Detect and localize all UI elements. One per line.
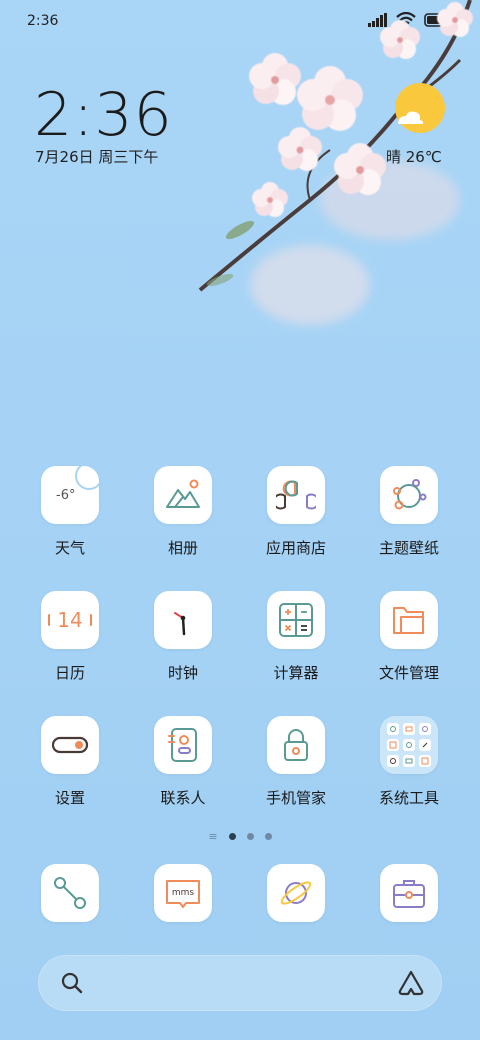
search-bar[interactable] [38,955,442,1011]
calendar-icon: 14 [48,608,92,632]
clock-widget[interactable]: 2:36 [34,80,173,150]
browser-planet-icon [280,881,312,905]
app-label: 主题壁纸 [378,539,439,557]
themes-icon [393,479,427,510]
app-store[interactable]: 应用商店 [246,466,346,558]
page-dot-1[interactable] [228,832,236,840]
app-themes[interactable]: 主题壁纸 [359,466,459,558]
weather-temp-text: -6° [56,488,75,503]
security-lock-icon [284,729,308,761]
app-label: 联系人 [160,789,206,807]
weather-icon: -6° [56,466,99,503]
app-security[interactable]: 手机管家 [246,716,346,808]
app-label: 文件管理 [378,664,439,682]
mms-text: mms [172,888,195,898]
app-label: 计算器 [273,664,319,682]
date-text: 7月26日 周三下午 [35,148,159,166]
search-icon[interactable] [60,971,84,995]
app-calendar[interactable]: 14 日历 [20,591,120,683]
app-label: 系统工具 [378,789,439,807]
mms-icon: mms [166,880,200,908]
app-files[interactable]: 文件管理 [359,591,459,683]
clock-icon [174,612,186,636]
weather-text: 晴 26℃ [386,148,442,166]
app-list-icon[interactable]: ≡ [208,831,217,842]
assistant-icon[interactable] [396,969,426,997]
calculator-icon [279,603,313,637]
dock-messages[interactable]: mms [133,864,233,922]
app-gallery[interactable]: 相册 [133,466,233,558]
app-label: 时钟 [167,664,198,682]
status-time: 2:36 [27,13,59,29]
system-tools-folder-icon [387,723,431,767]
app-label: 日历 [54,664,85,682]
app-contacts[interactable]: 联系人 [133,716,233,808]
app-store-icon [276,480,316,510]
toolbox-icon [393,880,425,908]
dock-phone[interactable] [20,864,120,922]
app-settings[interactable]: 设置 [20,716,120,808]
dock-browser[interactable] [246,864,346,922]
calendar-date-text: 14 [57,608,82,632]
app-label: 设置 [54,789,85,807]
page-indicator[interactable]: ≡ [0,829,480,843]
page-dot-2[interactable] [246,832,254,840]
dock-toolbox[interactable] [359,864,459,922]
contacts-icon [168,728,197,762]
app-label: 相册 [167,539,198,557]
settings-toggle-icon [51,736,89,754]
gallery-icon [166,479,200,508]
app-clock[interactable]: 时钟 [133,591,233,683]
phone-icon [54,877,86,909]
app-calculator[interactable]: 计算器 [246,591,346,683]
app-label: 应用商店 [265,539,326,557]
page-dot-3[interactable] [264,832,272,840]
app-system-tools-folder[interactable]: 系统工具 [359,716,459,808]
sunny-cloud-icon[interactable] [390,82,446,138]
cherry-blossom-wallpaper [198,0,473,325]
app-label: 手机管家 [265,789,326,807]
app-weather[interactable]: -6° 天气 [20,466,120,558]
folder-icon [393,607,424,634]
app-label: 天气 [54,539,85,557]
